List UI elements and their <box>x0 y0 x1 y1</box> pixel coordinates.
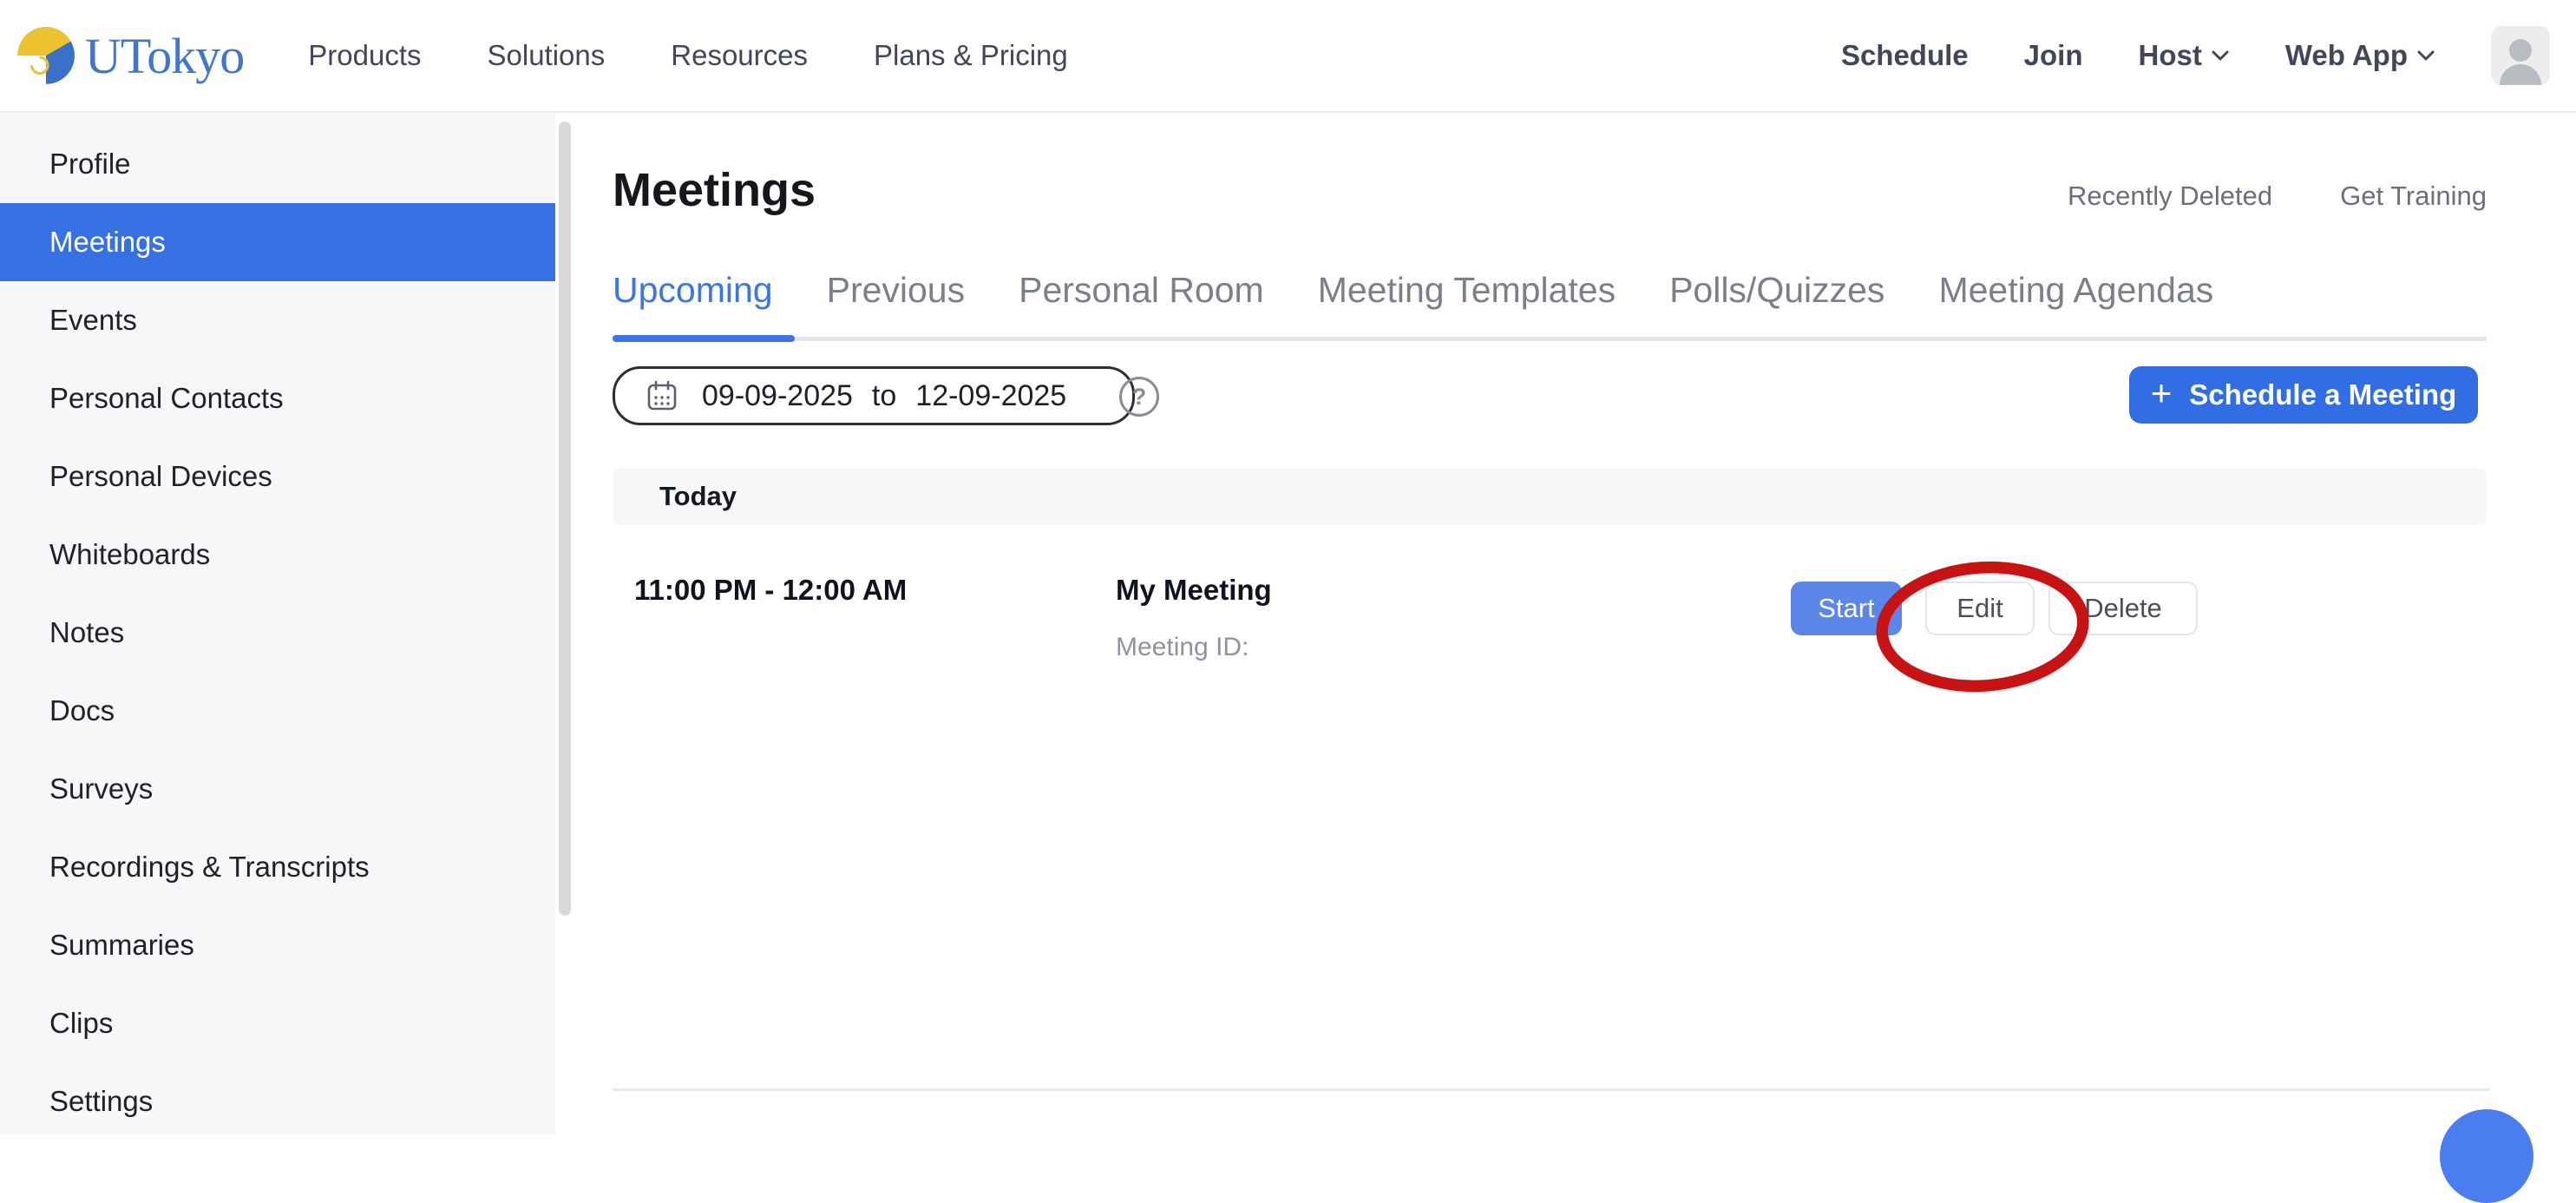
active-tab-indicator <box>613 335 795 342</box>
date-start: 09-09-2025 <box>702 379 853 413</box>
tab-meeting-agendas[interactable]: Meeting Agendas <box>1938 270 2213 311</box>
nav-item-solutions[interactable]: Solutions <box>488 39 606 72</box>
top-navigation-bar: UTokyo Products Solutions Resources Plan… <box>0 0 2576 113</box>
sidebar-item-profile[interactable]: Profile <box>0 125 555 203</box>
plus-icon: + <box>2151 372 2173 414</box>
meetings-tab-bar: Upcoming Previous Personal Room Meeting … <box>613 270 2487 311</box>
help-icon[interactable]: ? <box>1119 377 1159 417</box>
meeting-title: My Meeting <box>1116 574 1272 607</box>
date-range-value: 09-09-2025 to 12-09-2025 <box>702 379 1066 413</box>
utokyo-logo[interactable]: UTokyo <box>14 23 244 88</box>
floating-action-button[interactable] <box>2440 1109 2533 1203</box>
tab-meeting-templates[interactable]: Meeting Templates <box>1318 270 1616 311</box>
sidebar-item-summaries[interactable]: Summaries <box>0 906 555 984</box>
recently-deleted-link[interactable]: Recently Deleted <box>2068 181 2272 212</box>
tab-polls-quizzes[interactable]: Polls/Quizzes <box>1669 270 1884 311</box>
edit-button[interactable]: Edit <box>1925 582 2035 635</box>
header-links: Recently Deleted Get Training <box>613 181 2487 212</box>
schedule-a-meeting-button[interactable]: + Schedule a Meeting <box>2129 366 2478 424</box>
nav-left-menu: Products Solutions Resources Plans & Pri… <box>308 39 1068 72</box>
sidebar-item-settings[interactable]: Settings <box>0 1062 555 1141</box>
delete-button[interactable]: Delete <box>2048 582 2198 635</box>
sidebar-item-events[interactable]: Events <box>0 281 555 359</box>
tab-divider <box>613 337 2487 341</box>
tab-previous[interactable]: Previous <box>827 270 966 311</box>
utokyo-logo-icon <box>14 23 78 88</box>
sidebar-item-notes[interactable]: Notes <box>0 594 555 672</box>
today-group-header: Today <box>613 468 2487 525</box>
nav-item-web-app[interactable]: Web App <box>2285 39 2435 72</box>
sidebar-item-meetings[interactable]: Meetings <box>0 203 555 281</box>
nav-right-menu: Schedule Join Host Web App <box>1841 26 2550 85</box>
date-end: 12-09-2025 <box>915 379 1066 413</box>
sidebar-item-docs[interactable]: Docs <box>0 672 555 750</box>
date-joiner: to <box>872 379 896 413</box>
sidebar-item-recordings-transcripts[interactable]: Recordings & Transcripts <box>0 828 555 906</box>
nav-item-join[interactable]: Join <box>2024 39 2083 72</box>
start-button[interactable]: Start <box>1791 582 1902 635</box>
nav-item-plans-pricing[interactable]: Plans & Pricing <box>874 39 1068 72</box>
tab-upcoming[interactable]: Upcoming <box>613 270 773 311</box>
sidebar-item-personal-contacts[interactable]: Personal Contacts <box>0 359 555 437</box>
calendar-icon <box>645 378 679 413</box>
tab-personal-room[interactable]: Personal Room <box>1019 270 1264 311</box>
sidebar: Profile Meetings Events Personal Contact… <box>0 113 555 1134</box>
get-training-link[interactable]: Get Training <box>2340 181 2487 212</box>
nav-item-schedule[interactable]: Schedule <box>1841 39 1969 72</box>
sidebar-item-whiteboards[interactable]: Whiteboards <box>0 516 555 594</box>
sidebar-item-personal-devices[interactable]: Personal Devices <box>0 437 555 516</box>
logo-wordmark: UTokyo <box>85 27 244 85</box>
sidebar-scrollbar[interactable] <box>559 122 571 916</box>
sidebar-item-surveys[interactable]: Surveys <box>0 750 555 828</box>
nav-item-products[interactable]: Products <box>308 39 421 72</box>
person-icon <box>2491 31 2550 85</box>
nav-item-host[interactable]: Host <box>2139 39 2230 72</box>
user-avatar[interactable] <box>2491 26 2550 85</box>
meeting-id-label: Meeting ID: <box>1116 633 1249 662</box>
date-range-picker[interactable]: 09-09-2025 to 12-09-2025 <box>613 366 1135 425</box>
sidebar-item-clips[interactable]: Clips <box>0 984 555 1062</box>
chevron-down-icon <box>2416 49 2435 62</box>
content-bottom-divider <box>613 1088 2490 1091</box>
nav-item-resources[interactable]: Resources <box>671 39 808 72</box>
chevron-down-icon <box>2211 49 2230 62</box>
meeting-time: 11:00 PM - 12:00 AM <box>634 574 907 607</box>
